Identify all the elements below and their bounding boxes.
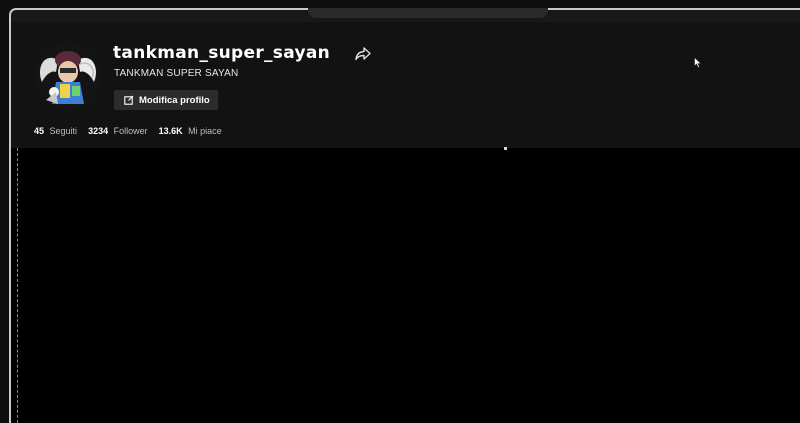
edit-profile-label: Modifica profilo [139, 94, 210, 106]
profile-display-name: TANKMAN SUPER SAYAN [114, 68, 239, 79]
window-top-bar [308, 8, 548, 18]
stat-followers-value: 3234 [88, 126, 109, 136]
edit-square-icon [124, 95, 134, 105]
stat-following-value: 45 [34, 126, 45, 136]
stat-likes: 13.6K Mi piace [159, 126, 222, 136]
avatar[interactable] [34, 42, 102, 110]
stat-likes-label: Mi piace [188, 126, 222, 136]
mouse-cursor-icon [694, 55, 702, 68]
stat-following[interactable]: 45 Seguiti [34, 126, 77, 136]
screen: tankman_super_sayan TANKMAN SUPER SAYAN … [0, 0, 800, 423]
content-divider [17, 148, 19, 423]
share-arrow-icon[interactable] [354, 46, 372, 62]
stat-followers-label: Follower [113, 126, 148, 136]
avatar-image [34, 42, 102, 110]
profile-username: tankman_super_sayan [113, 43, 331, 63]
stat-following-label: Seguiti [49, 126, 78, 136]
stat-likes-value: 13.6K [158, 126, 183, 136]
profile-stats: 45 Seguiti 3234 Follower 13.6K Mi piace [34, 126, 222, 136]
content-marker [504, 147, 507, 150]
profile-content-area [11, 148, 800, 423]
edit-profile-button[interactable]: Modifica profilo [114, 90, 218, 110]
stat-followers[interactable]: 3234 Follower [88, 126, 148, 136]
